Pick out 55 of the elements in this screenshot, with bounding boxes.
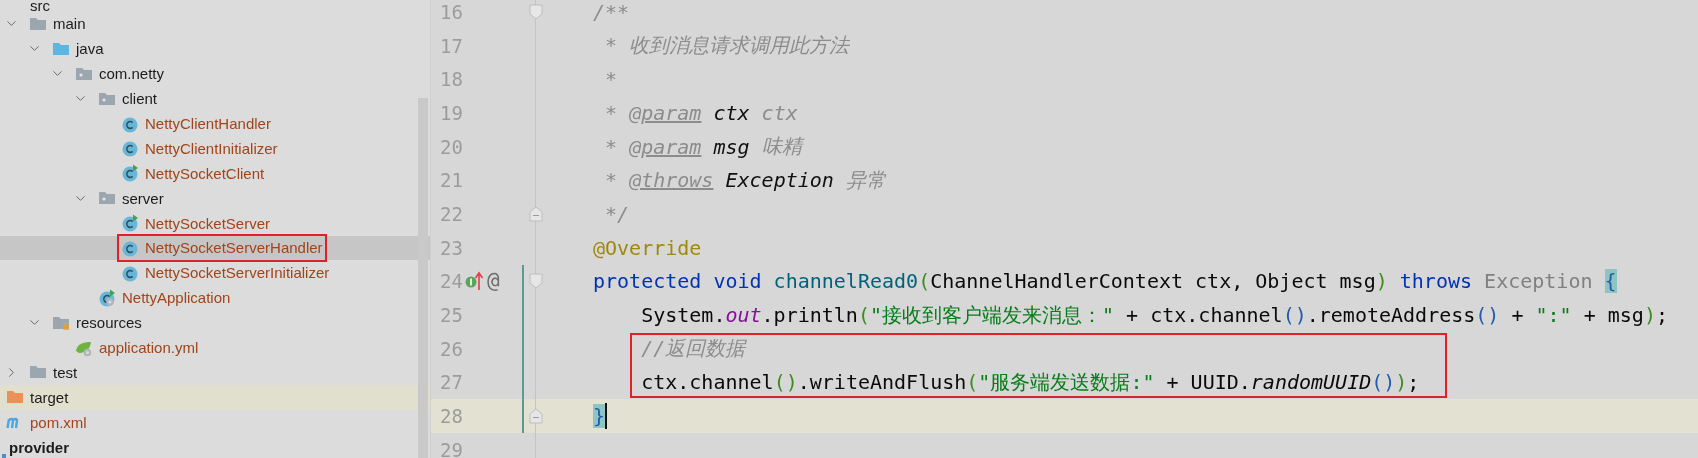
- tree-item-label[interactable]: java: [76, 40, 104, 58]
- implements-marker-icon[interactable]: [465, 270, 483, 293]
- tree-item-label[interactable]: application.yml: [99, 339, 199, 357]
- class-run-icon: [98, 288, 116, 307]
- code-line: */: [604, 201, 630, 226]
- tree-item-label[interactable]: client: [122, 90, 158, 108]
- line-number: 26: [439, 337, 463, 360]
- line-number: 21: [439, 169, 463, 192]
- tree-item-label[interactable]: NettySocketServerInitializer: [145, 264, 330, 282]
- tree-item-label[interactable]: main: [53, 15, 86, 33]
- code-line: * 收到消息请求调用此方法: [604, 32, 850, 60]
- code-line: *: [604, 67, 618, 92]
- code-line: //返回数据: [640, 335, 746, 363]
- tree-item-label[interactable]: server: [122, 189, 164, 207]
- fold-marker-icon[interactable]: [529, 3, 543, 20]
- fold-marker-icon[interactable]: [529, 273, 543, 290]
- tree-item-label[interactable]: provider: [9, 438, 69, 456]
- code-line: * @param ctx ctx: [604, 100, 798, 125]
- line-number: 20: [439, 135, 463, 158]
- scrollbar-thumb[interactable]: [418, 98, 428, 458]
- line-number: 19: [439, 101, 463, 124]
- line-number: 17: [439, 34, 463, 57]
- tree-item-label[interactable]: NettySocketClient: [145, 164, 265, 182]
- line-number: 25: [439, 304, 463, 327]
- text-caret: [605, 403, 608, 430]
- code-line: System.out.println("接收到客户端发来消息：" + ctx.channel().remoteAddress() + ":" + msg);: [640, 301, 1668, 329]
- code-line: @Override: [592, 235, 702, 260]
- class-run-icon: [121, 214, 139, 233]
- annotation-marker[interactable]: @: [487, 269, 500, 294]
- tree-item-label[interactable]: src: [30, 0, 50, 10]
- line-number: 23: [439, 236, 463, 259]
- tree-item-label[interactable]: NettyApplication: [122, 289, 231, 307]
- line-number: 29: [439, 438, 463, 458]
- tree-item-label[interactable]: resources: [76, 314, 142, 332]
- line-number: 18: [439, 68, 463, 91]
- tree-item-label[interactable]: test: [53, 363, 78, 381]
- code-line: ctx.channel().writeAndFlush("服务端发送数据:" + UUID.randomUUID());: [640, 368, 1420, 396]
- line-number: 24: [439, 270, 463, 293]
- class-icon: [121, 139, 139, 158]
- code-line: /**: [592, 0, 630, 24]
- class-run-icon: [121, 164, 139, 183]
- line-number: 27: [439, 371, 463, 394]
- tree-item-label[interactable]: NettyClientInitializer: [145, 139, 278, 157]
- fold-marker-icon[interactable]: [529, 205, 543, 222]
- code-line: protected void channelRead0(ChannelHandlerContext ctx, Object msg) throws Exception {: [592, 269, 1617, 294]
- code-line: * @throws Exception 异常: [604, 166, 886, 194]
- tree-item-label[interactable]: pom.xml: [30, 413, 87, 431]
- fold-marker-icon[interactable]: [529, 408, 543, 425]
- line-number: 22: [439, 202, 463, 225]
- tree-item-label[interactable]: com.netty: [99, 65, 165, 83]
- line-number: 28: [439, 405, 463, 428]
- tree-item-label[interactable]: target: [30, 388, 69, 406]
- tree-item-label[interactable]: NettySocketServer: [145, 214, 271, 232]
- line-number: 16: [439, 0, 463, 23]
- tree-item-label[interactable]: NettyClientHandler: [145, 115, 271, 132]
